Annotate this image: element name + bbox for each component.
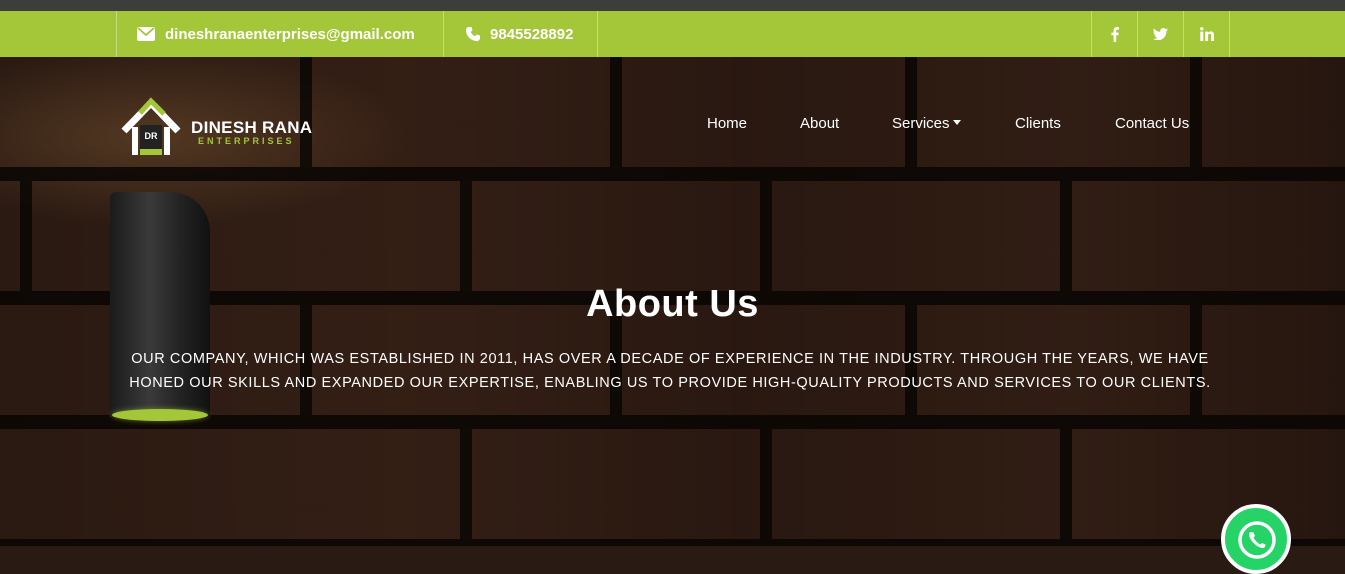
- logo-subtitle: ENTERPRISES: [198, 136, 295, 146]
- email-link[interactable]: dineshranaenterprises@gmail.com: [116, 11, 443, 57]
- hero-section: DR DINESH RANA ENTERPRISES Home About Se…: [0, 57, 1345, 546]
- page-title: About Us: [586, 283, 759, 325]
- brick-joint: [905, 57, 917, 167]
- email-text: dineshranaenterprises@gmail.com: [165, 25, 415, 43]
- brick-joint: [760, 429, 772, 539]
- phone-link[interactable]: 9845528892: [443, 11, 598, 57]
- linkedin-icon: [1199, 27, 1214, 41]
- top-strip: [0, 0, 1345, 11]
- brick-joint: [460, 429, 472, 539]
- nav-clients[interactable]: Clients: [1015, 115, 1061, 132]
- nav-services-label: Services: [892, 115, 950, 132]
- wall-lamp-light: [112, 409, 208, 421]
- nav-services[interactable]: Services: [892, 115, 961, 132]
- twitter-link[interactable]: [1137, 11, 1183, 57]
- main-nav: Home About Services Clients Contact Us: [0, 115, 1345, 135]
- brick-joint: [760, 181, 772, 291]
- twitter-icon: [1153, 28, 1168, 40]
- brick-joint: [20, 181, 32, 291]
- brick-joint: [610, 57, 622, 167]
- envelope-icon: [137, 27, 155, 41]
- about-description: Our company, which was established in 20…: [129, 351, 1211, 391]
- whatsapp-icon: [1238, 521, 1276, 559]
- nav-home[interactable]: Home: [707, 115, 747, 132]
- facebook-link[interactable]: [1091, 11, 1137, 57]
- phone-text: 9845528892: [490, 25, 574, 43]
- linkedin-link[interactable]: [1183, 11, 1230, 57]
- contact-topbar: dineshranaenterprises@gmail.com 98455288…: [0, 11, 1345, 57]
- nav-contact[interactable]: Contact Us: [1115, 115, 1189, 132]
- whatsapp-button[interactable]: [1221, 504, 1291, 574]
- brick-joint: [1060, 429, 1072, 539]
- brick-joint: [460, 181, 472, 291]
- facebook-icon: [1110, 26, 1119, 42]
- brick-joint: [1190, 57, 1202, 167]
- caret-down-icon: [952, 119, 961, 125]
- nav-about[interactable]: About: [800, 115, 839, 132]
- phone-icon: [466, 27, 480, 41]
- brick-joint: [1060, 181, 1072, 291]
